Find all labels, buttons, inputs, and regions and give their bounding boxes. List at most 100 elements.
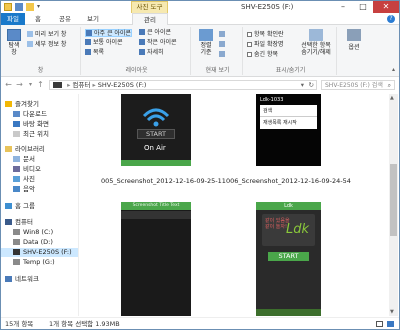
details-pane-button[interactable]: 세부 정보 창	[27, 41, 66, 49]
sort-by-button[interactable]: 정렬 기준	[197, 29, 215, 56]
sidebar-item-computer[interactable]: 컴퓨터	[5, 218, 33, 227]
details-pane-icon	[27, 41, 33, 47]
scrollbar-thumb[interactable]	[390, 164, 397, 236]
item-checkboxes-toggle[interactable]: 항목 확인란	[247, 31, 284, 39]
sidebar-item-recent[interactable]: 최근 위치	[13, 130, 49, 139]
add-columns-button[interactable]	[219, 41, 227, 49]
scroll-down-icon[interactable]: ▼	[390, 309, 394, 315]
address-dropdown-icon[interactable]: ▾	[301, 81, 304, 90]
options-button[interactable]: 옵션	[343, 29, 365, 51]
checkbox[interactable]	[247, 52, 252, 57]
navigation-pane: 즐겨찾기 다운로드 바탕 화면 최근 위치 라이브러리 문서 비디오 사진 음악…	[1, 94, 79, 316]
sidebar-item-favorites[interactable]: 즐겨찾기	[5, 100, 39, 109]
sidebar-item-phone-f[interactable]: SHV-E250S (F:)	[1, 248, 78, 257]
options-group: 옵션	[339, 27, 369, 75]
sidebar-item-homegroup[interactable]: 홈 그룹	[5, 202, 35, 211]
layout-list[interactable]: 목록	[85, 49, 104, 57]
sidebar-label: 바탕 화면	[23, 120, 49, 128]
sidebar-item-downloads[interactable]: 다운로드	[13, 110, 47, 119]
file-tile[interactable]: START On Air	[121, 94, 191, 166]
pictures-icon	[13, 176, 20, 182]
refresh-icon[interactable]: ↻	[309, 81, 314, 90]
checkbox-label: 파일 확장명	[254, 41, 284, 48]
document-icon	[13, 156, 20, 162]
sidebar-item-drive-d[interactable]: Data (D:)	[13, 238, 53, 247]
sidebar-item-drive-g[interactable]: Temp (G:)	[13, 258, 55, 267]
back-arrow-icon[interactable]: ←	[4, 80, 13, 89]
search-input[interactable]: SHV-E250S (F:) 검색 ⌕	[321, 80, 395, 90]
large-icons-view-icon[interactable]	[387, 321, 394, 327]
file-tile[interactable]: Ldk 같이 있음을 같이 놀자! Ldk START	[256, 202, 321, 316]
sidebar-item-pictures[interactable]: 사진	[13, 175, 35, 184]
group-by-button[interactable]	[219, 31, 227, 39]
sidebar-label: 다운로드	[23, 110, 47, 118]
sidebar-item-drive-c[interactable]: Win8 (C:)	[13, 228, 53, 237]
details-view-icon[interactable]	[376, 321, 383, 327]
layout-details[interactable]: 자세히	[139, 49, 164, 57]
search-icon: ⌕	[387, 82, 391, 89]
layout-extra-large-icons[interactable]: 아주 큰 아이콘	[85, 29, 132, 37]
preview-pane-button[interactable]: 미리 보기 창	[27, 31, 66, 39]
sidebar-label: 네트워크	[15, 275, 39, 283]
navigation-pane-button[interactable]: 탐색 창	[5, 29, 23, 56]
sidebar-item-network[interactable]: 네트워크	[5, 275, 39, 284]
tab-home[interactable]: 홈	[31, 13, 45, 25]
ribbon: 탐색 창 미리 보기 창 세부 정보 창 창 아주 큰 아이콘 큰 아이콘 보통…	[1, 25, 399, 77]
sidebar-item-documents[interactable]: 문서	[13, 155, 35, 164]
tab-view[interactable]: 보기	[83, 13, 103, 25]
tab-share[interactable]: 공유	[55, 13, 75, 25]
tab-file[interactable]: 파일	[1, 13, 25, 25]
layout-small-icons[interactable]: 작은 아이콘	[139, 39, 177, 47]
search-placeholder: SHV-E250S (F:) 검색	[325, 82, 383, 89]
size-columns-button[interactable]	[219, 51, 227, 59]
sidebar-item-music[interactable]: 음악	[13, 185, 35, 194]
file-tile[interactable]: Screenshot Title Text	[121, 202, 191, 316]
forward-arrow-icon[interactable]: →	[15, 80, 24, 89]
sidebar-item-desktop[interactable]: 바탕 화면	[13, 120, 49, 129]
thumbnail: START On Air	[121, 94, 191, 166]
sidebar-label: 홈 그룹	[15, 202, 36, 210]
sidebar-item-libraries[interactable]: 라이브러리	[5, 145, 45, 154]
homegroup-icon	[5, 203, 12, 209]
hide-selected-button[interactable]: 선택한 항목 숨기기/해제	[297, 29, 335, 56]
breadcrumb-drive[interactable]: SHV-E250S (F:)	[98, 81, 147, 89]
preview-pane-label: 미리 보기 창	[35, 31, 67, 38]
up-arrow-icon[interactable]: ↑	[36, 80, 45, 89]
properties-icon[interactable]	[15, 3, 23, 11]
vertical-scrollbar[interactable]: ▲ ▼	[389, 94, 398, 316]
file-name: 006_Screenshot_2012-12-16-09-24-54	[226, 177, 351, 185]
layout-large-icons[interactable]: 큰 아이콘	[139, 29, 171, 37]
address-bar[interactable]: ▸ 컴퓨터 ▸ SHV-E250S (F:) ▾ ↻	[49, 80, 317, 90]
hidden-items-toggle[interactable]: 숨긴 항목	[247, 51, 278, 59]
show-hide-group: 항목 확인란 파일 확장명 숨긴 항목 선택한 항목 숨기기/해제 표시/숨기기	[245, 27, 337, 75]
history-dropdown-icon[interactable]: ▾	[26, 80, 35, 89]
maximize-button[interactable]: □	[353, 1, 373, 13]
computer-icon	[53, 82, 62, 88]
collapse-ribbon-icon[interactable]: ▴	[392, 66, 395, 73]
help-icon[interactable]: ?	[387, 15, 395, 23]
breadcrumb-computer[interactable]: 컴퓨터	[72, 81, 90, 89]
layout-medium-icons[interactable]: 보통 아이콘	[85, 39, 123, 47]
file-tile[interactable]: Ldk-1033 검색 재생목록 재시작	[256, 94, 321, 166]
checkbox[interactable]	[247, 42, 252, 47]
phone-icon	[13, 249, 20, 255]
group-by-icon	[219, 31, 225, 37]
thumbnail: Ldk 같이 있음을 같이 놀자! Ldk START	[256, 202, 321, 316]
sort-icon	[199, 29, 213, 41]
close-button[interactable]: ✕	[373, 1, 399, 13]
app-header: Ldk-1033	[260, 97, 284, 103]
sidebar-item-videos[interactable]: 비디오	[13, 165, 41, 174]
context-tab-picture-tools: 사진 도구	[131, 1, 168, 13]
new-folder-icon[interactable]	[26, 3, 34, 11]
extra-large-icons-icon	[86, 30, 92, 36]
folder-icon[interactable]	[4, 3, 12, 11]
status-bar: 15개 항목 1개 항목 선택함 1.93MB	[1, 317, 399, 329]
quick-access-dropdown-icon[interactable]: ▾	[37, 3, 45, 11]
checkbox[interactable]	[247, 32, 252, 37]
file-name: 005_Screenshot_2012-12-16-09-25-11	[101, 177, 226, 185]
app-header: Screenshot Title Text	[121, 202, 191, 210]
minimize-button[interactable]: –	[333, 1, 353, 13]
tab-manage[interactable]: 관리	[132, 13, 168, 25]
scroll-up-icon[interactable]: ▲	[390, 95, 394, 101]
file-extensions-toggle[interactable]: 파일 확장명	[247, 41, 284, 49]
